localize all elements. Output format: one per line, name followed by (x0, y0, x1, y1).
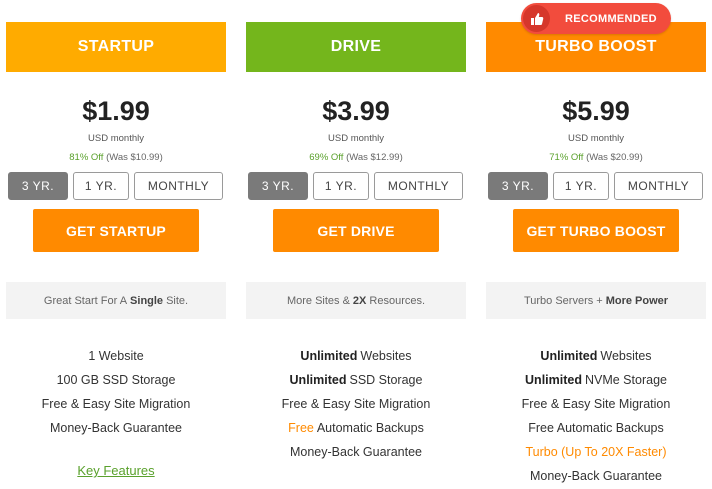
discount-note: 81% Off (Was $10.99) (6, 152, 226, 163)
term-1yr-button[interactable]: 1 YR. (73, 172, 129, 200)
discount-percent: 69% Off (309, 152, 344, 163)
discount-percent: 71% Off (549, 152, 584, 163)
feature-text: Free & Easy Site Migration (521, 397, 671, 411)
feature-text: 100 GB SSD Storage (56, 373, 176, 387)
feature-text: Money-Back Guarantee (289, 445, 422, 459)
feature-text: SSD Storage (349, 373, 423, 387)
feature-text: Money-Back Guarantee (529, 469, 662, 483)
tagline-suffix: Resources. (369, 294, 426, 307)
feature-item: Money-Back Guarantee (246, 442, 466, 466)
plan-tagline: Turbo Servers + More Power (486, 282, 706, 319)
tagline-text: More Sites & (286, 294, 350, 307)
original-price: (Was $20.99) (586, 152, 643, 163)
feature-item: Unlimited Websites (486, 346, 706, 370)
recommended-badge: RECOMMENDED (521, 3, 671, 34)
feature-highlight: Free (288, 421, 314, 435)
term-monthly-button[interactable]: MONTHLY (614, 172, 703, 200)
feature-text: Money-Back Guarantee (49, 421, 182, 435)
get-startup-button[interactable]: GET STARTUP (33, 209, 199, 252)
feature-list: Unlimited Websites Unlimited SSD Storage F… (246, 346, 466, 466)
feature-bold: Unlimited (540, 349, 598, 363)
feature-item: Free & Easy Site Migration (6, 394, 226, 418)
term-1yr-button[interactable]: 1 YR. (553, 172, 609, 200)
feature-bold: Unlimited (289, 373, 347, 387)
feature-text: Websites (600, 349, 652, 363)
plan-card-startup: STARTUP $1.99 USD monthly 81% Off (Was $… (6, 0, 226, 489)
plan-price: $1.99 (82, 96, 150, 126)
discount-note: 69% Off (Was $12.99) (246, 152, 466, 163)
tagline-text: Turbo Servers (523, 294, 594, 307)
price-period: USD monthly (568, 133, 624, 144)
thumbs-up-icon (523, 5, 550, 32)
plan-tagline: Great Start For A Single Site. (6, 282, 226, 319)
tagline-bold: Single (130, 294, 164, 307)
plan-card-turbo-boost: TURBO BOOST $5.99 USD monthly 71% Off (W… (486, 0, 706, 489)
feature-text: Websites (360, 349, 412, 363)
plan-header: STARTUP (6, 22, 226, 72)
discount-note: 71% Off (Was $20.99) (486, 152, 706, 163)
plan-header: DRIVE (246, 22, 466, 72)
plan-price: $3.99 (322, 96, 390, 126)
term-selector: 3 YR. 1 YR. MONTHLY (8, 172, 223, 200)
term-3yr-button[interactable]: 3 YR. (8, 172, 68, 200)
term-3yr-button[interactable]: 3 YR. (248, 172, 308, 200)
feature-text: Free & Easy Site Migration (281, 397, 431, 411)
tagline-bold: More Power (605, 294, 669, 307)
feature-list: 1 Website 100 GB SSD Storage Free & Easy… (6, 346, 226, 442)
key-features-link[interactable]: Key Features (6, 463, 226, 478)
feature-item: Free Automatic Backups (246, 418, 466, 442)
tagline-text: Great Start For A (43, 294, 128, 307)
feature-bold: Unlimited (300, 349, 358, 363)
original-price: (Was $10.99) (106, 152, 163, 163)
feature-item: Turbo (Up To 20X Faster) (486, 442, 706, 466)
original-price: (Was $12.99) (346, 152, 403, 163)
feature-text: 1 Website (88, 349, 144, 363)
feature-text: Free Automatic Backups (528, 421, 664, 435)
feature-item: Money-Back Guarantee (486, 466, 706, 489)
get-turbo-boost-button[interactable]: GET TURBO BOOST (513, 209, 679, 252)
tagline-bold: 2X (352, 294, 367, 307)
price-period: USD monthly (328, 133, 384, 144)
feature-item: 1 Website (6, 346, 226, 370)
plan-card-drive: DRIVE $3.99 USD monthly 69% Off (Was $12… (246, 0, 466, 489)
term-selector: 3 YR. 1 YR. MONTHLY (248, 172, 463, 200)
feature-bold: Unlimited (525, 373, 582, 387)
term-monthly-button[interactable]: MONTHLY (374, 172, 463, 200)
feature-item: Unlimited Websites (246, 346, 466, 370)
feature-text: NVMe Storage (584, 373, 667, 387)
discount-percent: 81% Off (69, 152, 104, 163)
term-3yr-button[interactable]: 3 YR. (488, 172, 548, 200)
tagline-separator: + (596, 294, 603, 307)
badge-label: RECOMMENDED (565, 12, 657, 25)
plan-tagline: More Sites & 2X Resources. (246, 282, 466, 319)
feature-text: Automatic Backups (316, 421, 424, 435)
feature-item: Free Automatic Backups (486, 418, 706, 442)
price-period: USD monthly (88, 133, 144, 144)
feature-item: Unlimited NVMe Storage (486, 370, 706, 394)
feature-item: 100 GB SSD Storage (6, 370, 226, 394)
term-selector: 3 YR. 1 YR. MONTHLY (488, 172, 703, 200)
feature-text: Free & Easy Site Migration (41, 397, 191, 411)
feature-item: Money-Back Guarantee (6, 418, 226, 442)
feature-list: Unlimited Websites Unlimited NVMe Storage … (486, 346, 706, 489)
feature-highlight: Turbo (Up To 20X Faster) (525, 445, 667, 459)
tagline-suffix: Site. (166, 294, 189, 307)
term-monthly-button[interactable]: MONTHLY (134, 172, 223, 200)
feature-item: Free & Easy Site Migration (486, 394, 706, 418)
term-1yr-button[interactable]: 1 YR. (313, 172, 369, 200)
feature-item: Unlimited SSD Storage (246, 370, 466, 394)
get-drive-button[interactable]: GET DRIVE (273, 209, 439, 252)
plan-price: $5.99 (562, 96, 630, 126)
feature-item: Free & Easy Site Migration (246, 394, 466, 418)
